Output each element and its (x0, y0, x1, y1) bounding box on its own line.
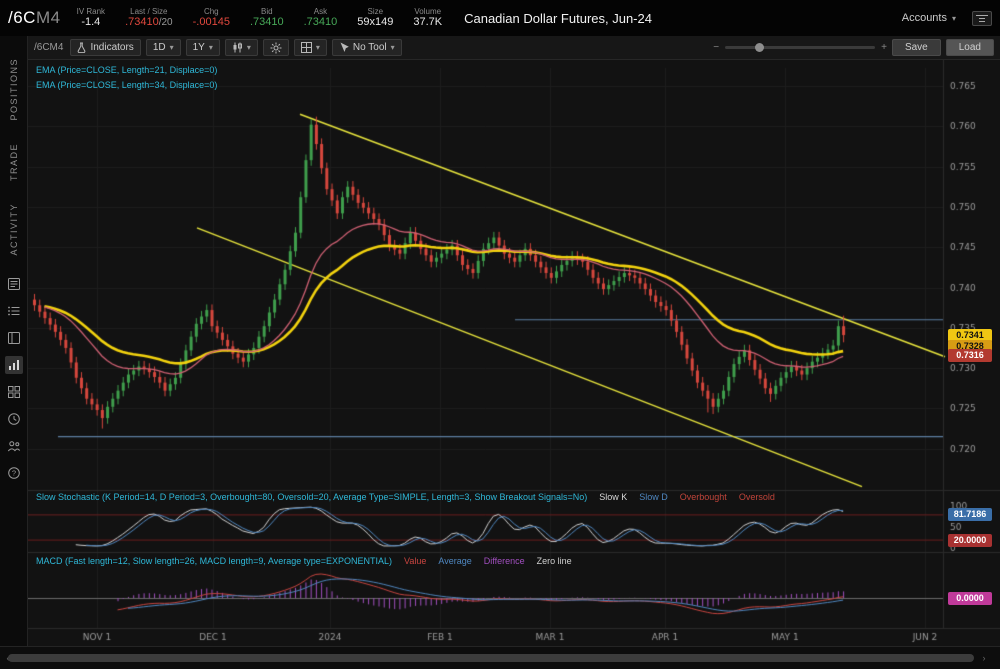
sidebar-icon-rail: ? (5, 275, 23, 482)
chevron-down-icon: ▾ (316, 43, 320, 52)
gear-icon (270, 42, 282, 54)
people-icon[interactable] (5, 437, 23, 455)
slow-d-legend: Slow D (639, 492, 668, 502)
difference-legend: Difference (484, 556, 525, 566)
overbought-legend: Overbought (680, 492, 727, 502)
zero-line-legend: Zero line (537, 556, 572, 566)
zoom-control: − + (713, 42, 887, 53)
quote-header: /6CM4 IV Rank-1.4 Last / Size.73410/20 C… (0, 0, 1000, 36)
chart-settings-button[interactable] (263, 39, 289, 56)
journal-icon[interactable] (5, 275, 23, 293)
quote-fields: IV Rank-1.4 Last / Size.73410/20 Chg-.00… (77, 7, 443, 29)
symbol-root: /6C (8, 8, 36, 27)
chevron-down-icon: ▾ (952, 14, 956, 23)
candlestick-icon (232, 42, 243, 53)
drawing-tool-dropdown[interactable]: No Tool ▾ (332, 39, 402, 56)
ema34-label[interactable]: EMA (Price=CLOSE, Length=34, Displace=0) (36, 80, 217, 90)
chevron-down-icon: ▾ (209, 43, 213, 52)
symbol-label: /6CM4 (8, 8, 61, 28)
zoom-out-button[interactable]: − (713, 42, 719, 53)
change-field: Chg-.00145 (193, 7, 230, 29)
toolbar-symbol: /6CM4 (34, 42, 63, 53)
ema21-label[interactable]: EMA (Price=CLOSE, Length=21, Displace=0) (36, 65, 217, 75)
flask-icon (77, 42, 86, 53)
chart-toolbar: /6CM4 Indicators 1D▾ 1Y▾ ▾ ▾ No Tool ▾ −… (28, 36, 1000, 60)
layout-grid-icon (301, 42, 312, 53)
stoch-label-row: Slow Stochastic (K Period=14, D Period=3… (36, 492, 940, 502)
last-size-field: Last / Size.73410/20 (125, 7, 173, 29)
zoom-slider[interactable] (725, 46, 875, 49)
sidebar-tab-positions[interactable]: POSITIONS (9, 58, 19, 121)
bid-field: Bid.73410 (250, 7, 284, 29)
scrollbar-thumb[interactable] (8, 654, 974, 662)
svg-text:?: ? (11, 469, 15, 478)
watchlist-icon[interactable] (5, 329, 23, 347)
chevron-down-icon: ▾ (391, 43, 395, 52)
stoch-settings-label[interactable]: Slow Stochastic (K Period=14, D Period=3… (36, 492, 587, 502)
layout-dropdown[interactable]: ▾ (294, 39, 327, 56)
zoom-in-button[interactable]: + (881, 42, 887, 53)
save-button[interactable]: Save (892, 39, 941, 56)
slow-k-legend: Slow K (599, 492, 627, 502)
cursor-icon (339, 42, 349, 53)
value-legend: Value (404, 556, 426, 566)
chart-type-dropdown[interactable]: ▾ (225, 39, 258, 56)
timeframe-dropdown[interactable]: 1D▾ (146, 39, 181, 56)
average-legend: Average (438, 556, 471, 566)
zoom-slider-thumb[interactable] (755, 43, 764, 52)
list-icon[interactable] (5, 302, 23, 320)
hamburger-menu-icon[interactable] (972, 11, 992, 26)
ask-field: Ask.73410 (304, 7, 338, 29)
grid-icon[interactable] (5, 383, 23, 401)
indicators-button[interactable]: Indicators (70, 39, 140, 56)
stoch-legend: Slow K Slow D Overbought Oversold (587, 492, 775, 502)
range-dropdown[interactable]: 1Y▾ (186, 39, 220, 56)
sidebar-tab-activity[interactable]: ACTIVITY (9, 203, 19, 256)
left-sidebar: POSITIONS TRADE ACTIVITY ? (0, 36, 28, 647)
macd-label-row: MACD (Fast length=12, Slow length=26, MA… (36, 556, 940, 566)
clock-icon[interactable] (5, 410, 23, 428)
trading-platform-window: /6CM4 IV Rank-1.4 Last / Size.73410/20 C… (0, 0, 1000, 669)
help-icon[interactable]: ? (5, 464, 23, 482)
iv-rank-field: IV Rank-1.4 (77, 7, 105, 29)
volume-field: Volume37.7K (413, 7, 442, 29)
macd-legend: Value Average Difference Zero line (392, 556, 572, 566)
chart-icon[interactable] (5, 356, 23, 374)
load-button[interactable]: Load (946, 39, 994, 56)
macd-settings-label[interactable]: MACD (Fast length=12, Slow length=26, MA… (36, 556, 392, 566)
time-scrollbar[interactable]: ‹ › (0, 646, 1000, 669)
chevron-down-icon: ▾ (170, 43, 174, 52)
sidebar-tab-trade[interactable]: TRADE (9, 143, 19, 181)
chart-area: EMA (Price=CLOSE, Length=21, Displace=0)… (28, 60, 1000, 646)
chevron-down-icon: ▾ (247, 43, 251, 52)
instrument-title: Canadian Dollar Futures, Jun-24 (464, 11, 652, 26)
symbol-expiry: M4 (36, 8, 61, 27)
accounts-menu[interactable]: Accounts ▾ (902, 12, 956, 24)
oversold-legend: Oversold (739, 492, 775, 502)
scroll-right-arrow[interactable]: › (978, 652, 990, 664)
size-field: Size59x149 (357, 7, 393, 29)
